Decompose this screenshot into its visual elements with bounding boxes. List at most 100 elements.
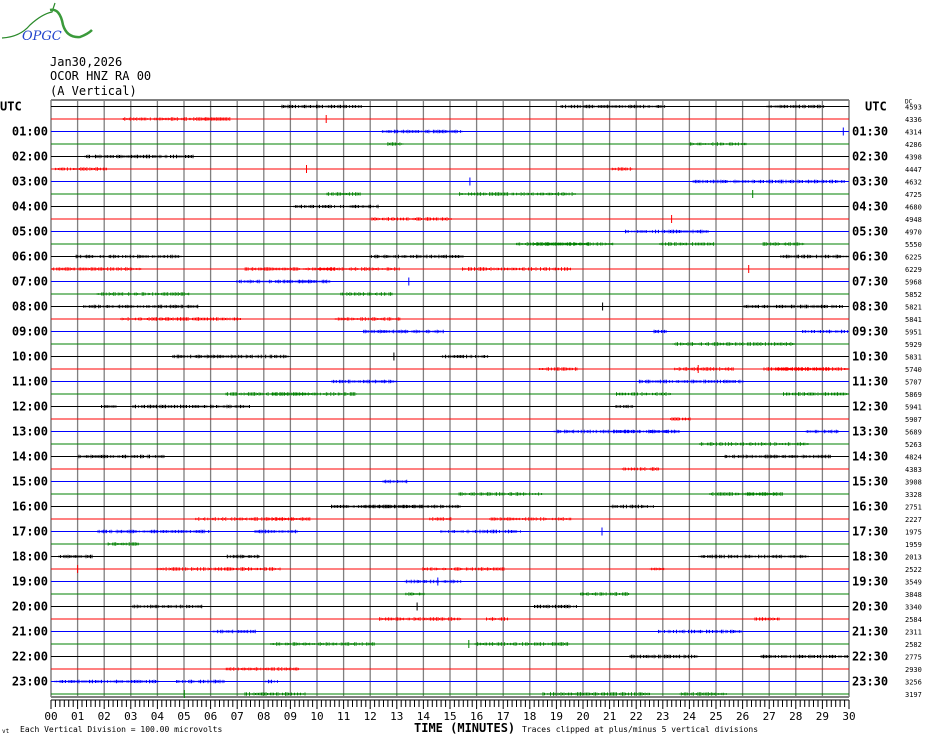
x-tick-label: 24 bbox=[683, 710, 697, 723]
x-tick-label: 28 bbox=[789, 710, 802, 723]
left-hour-label: 07:00 bbox=[12, 275, 48, 289]
x-tick-label: 25 bbox=[709, 710, 722, 723]
left-hour-label: 08:00 bbox=[12, 300, 48, 314]
right-hour-label: 01:30 bbox=[852, 125, 888, 139]
dc-offset-label: 3549 bbox=[905, 579, 922, 587]
right-hour-label: 17:30 bbox=[852, 525, 888, 539]
right-hour-label: 09:30 bbox=[852, 325, 888, 339]
x-tick-label: 13 bbox=[390, 710, 403, 723]
x-tick-label: 03 bbox=[124, 710, 137, 723]
dc-offset-label: 3340 bbox=[905, 604, 922, 612]
dc-offset-label: 3328 bbox=[905, 491, 922, 499]
x-tick-label: 22 bbox=[630, 710, 643, 723]
right-hour-label: 14:30 bbox=[852, 450, 888, 464]
dc-offset-label: 5707 bbox=[905, 379, 922, 387]
dc-offset-label: 2584 bbox=[905, 616, 922, 624]
x-tick-label: 11 bbox=[337, 710, 350, 723]
left-hour-label: 02:00 bbox=[12, 150, 48, 164]
trace-noise bbox=[699, 442, 809, 446]
x-tick-label: 09 bbox=[284, 710, 297, 723]
dc-offset-label: 2227 bbox=[905, 516, 922, 524]
right-hour-label: 13:30 bbox=[852, 425, 888, 439]
left-hour-label: 10:00 bbox=[12, 350, 48, 364]
left-hour-label: 09:00 bbox=[12, 325, 48, 339]
dc-offset-label: 3848 bbox=[905, 591, 922, 599]
x-tick-label: 18 bbox=[523, 710, 536, 723]
left-hour-label: 03:00 bbox=[12, 175, 48, 189]
dc-offset-label: 3908 bbox=[905, 479, 922, 487]
right-hour-label: 18:30 bbox=[852, 550, 888, 564]
dc-offset-label: 5689 bbox=[905, 429, 922, 437]
right-hour-label: 03:30 bbox=[852, 175, 888, 189]
left-hour-label: 12:00 bbox=[12, 400, 48, 414]
dc-offset-label: 5907 bbox=[905, 416, 922, 424]
x-tick-label: 10 bbox=[310, 710, 323, 723]
right-hour-label: 23:30 bbox=[852, 675, 888, 689]
left-hour-label: 11:00 bbox=[12, 375, 48, 389]
x-tick-label: 27 bbox=[763, 710, 776, 723]
x-tick-label: 30 bbox=[842, 710, 855, 723]
right-hour-label: 16:30 bbox=[852, 500, 888, 514]
x-axis-ticks bbox=[50, 700, 850, 709]
dc-offset-label: 4824 bbox=[905, 454, 922, 462]
x-tick-label: 12 bbox=[364, 710, 377, 723]
x-tick-label: 08 bbox=[257, 710, 270, 723]
x-tick-label: 29 bbox=[816, 710, 829, 723]
left-hour-label: 01:00 bbox=[12, 125, 48, 139]
dc-offset-label: 5831 bbox=[905, 354, 922, 362]
dc-offset-label: 5841 bbox=[905, 316, 922, 324]
dc-header-label: DC bbox=[905, 99, 913, 106]
right-hour-label: 22:30 bbox=[852, 650, 888, 664]
x-tick-label: 21 bbox=[603, 710, 616, 723]
right-hour-label: 05:30 bbox=[852, 225, 888, 239]
helicorder-plot: 4593433643144286439844474632472546804948… bbox=[0, 99, 922, 724]
dc-offset-label: 5869 bbox=[905, 391, 922, 399]
right-hour-label: 07:30 bbox=[852, 275, 888, 289]
dc-offset-label: 4314 bbox=[905, 129, 922, 137]
right-hour-label: 12:30 bbox=[852, 400, 888, 414]
corner-mark: vt bbox=[2, 728, 10, 735]
left-hour-label: 14:00 bbox=[12, 450, 48, 464]
dc-offset-label: 4970 bbox=[905, 229, 922, 237]
dc-offset-label: 3197 bbox=[905, 691, 922, 699]
dc-offset-label: 6229 bbox=[905, 266, 922, 274]
x-axis-title: TIME (MINUTES) bbox=[414, 721, 516, 735]
dc-offset-label: 5263 bbox=[905, 441, 922, 449]
left-hour-label: 21:00 bbox=[12, 625, 48, 639]
dc-offset-label: 2582 bbox=[905, 641, 922, 649]
x-tick-label: 20 bbox=[576, 710, 589, 723]
x-tick-label: 02 bbox=[98, 710, 111, 723]
right-hour-label: 19:30 bbox=[852, 575, 888, 589]
dc-offset-label: 6225 bbox=[905, 254, 922, 262]
dc-offset-label: 5941 bbox=[905, 404, 922, 412]
right-hour-label: 08:30 bbox=[852, 300, 888, 314]
dc-offset-label: 4286 bbox=[905, 141, 922, 149]
x-tick-label: 06 bbox=[204, 710, 217, 723]
right-hour-label: 02:30 bbox=[852, 150, 888, 164]
x-tick-label: 26 bbox=[736, 710, 749, 723]
x-tick-label: 05 bbox=[177, 710, 190, 723]
left-hour-label: 15:00 bbox=[12, 475, 48, 489]
trace-noise bbox=[84, 154, 194, 159]
right-hour-label: 04:30 bbox=[852, 200, 888, 214]
left-hour-label: 06:00 bbox=[12, 250, 48, 264]
dc-offset-label: 5821 bbox=[905, 304, 922, 312]
dc-offset-label: 5740 bbox=[905, 366, 922, 374]
dc-offset-label: 2311 bbox=[905, 629, 922, 637]
right-hour-label: 11:30 bbox=[852, 375, 888, 389]
right-hour-label: 10:30 bbox=[852, 350, 888, 364]
trace-noise bbox=[672, 342, 795, 346]
trace-noise bbox=[107, 542, 139, 546]
dc-offset-label: 4725 bbox=[905, 191, 922, 199]
dc-offset-label: 2013 bbox=[905, 554, 922, 562]
dc-offset-label: 1959 bbox=[905, 541, 922, 549]
right-hour-label: 15:30 bbox=[852, 475, 888, 489]
dc-offset-label: 1975 bbox=[905, 529, 922, 537]
left-hour-label: 18:00 bbox=[12, 550, 48, 564]
x-tick-label: 23 bbox=[656, 710, 669, 723]
right-hour-label: 21:30 bbox=[852, 625, 888, 639]
right-utc-label: UTC bbox=[865, 100, 887, 114]
x-tick-label: 04 bbox=[151, 710, 165, 723]
dc-offset-label: 4383 bbox=[905, 466, 922, 474]
x-tick-label: 00 bbox=[44, 710, 57, 723]
